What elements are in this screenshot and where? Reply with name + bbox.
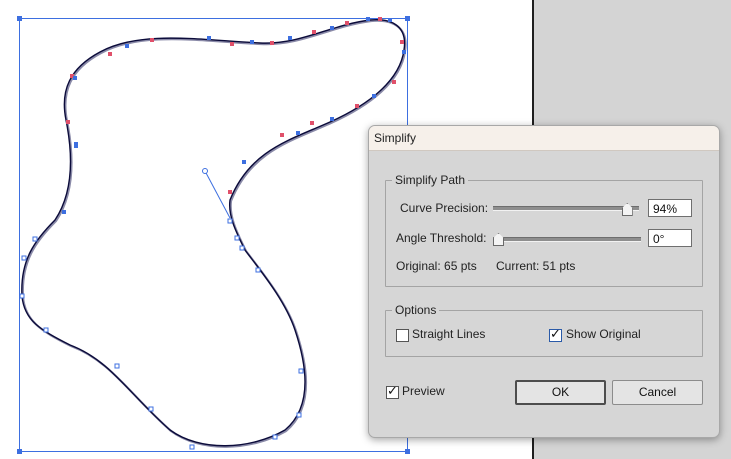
handle-bottom-right <box>405 449 410 454</box>
curve-precision-slider-track[interactable] <box>493 206 639 211</box>
handle-bottom-left <box>17 449 22 454</box>
direction-line <box>204 170 231 219</box>
curve-precision-field[interactable]: 94% <box>648 199 692 217</box>
cancel-button[interactable]: Cancel <box>612 380 703 405</box>
dialog-titlebar[interactable]: Simplify <box>369 126 719 151</box>
simplified-path[interactable] <box>21 18 406 447</box>
direction-handle[interactable] <box>202 168 208 174</box>
curve-precision-label: Curve Precision: <box>400 201 489 215</box>
selection-bounding-box <box>19 18 408 452</box>
handle-top-left <box>17 16 22 21</box>
handle-top-right <box>405 16 410 21</box>
show-original-label[interactable]: Show Original <box>566 327 641 341</box>
original-path <box>21 19 407 448</box>
show-original-checkbox[interactable] <box>549 326 562 342</box>
angle-threshold-label: Angle Threshold: <box>396 231 487 245</box>
original-points-count: Original: 65 pts <box>396 259 477 273</box>
ok-button[interactable]: OK <box>515 380 606 405</box>
simplify-dialog: Simplify Simplify Path Curve Precision: … <box>368 125 720 438</box>
angle-threshold-field[interactable]: 0° <box>648 229 692 247</box>
hollow-anchor-points[interactable] <box>19 218 304 450</box>
current-points-count: Current: 51 pts <box>496 259 576 273</box>
straight-lines-checkbox[interactable] <box>396 329 409 342</box>
angle-threshold-slider-track[interactable] <box>493 237 641 242</box>
simplify-path-legend: Simplify Path <box>392 173 469 187</box>
original-anchor-points <box>66 17 404 194</box>
bounding-box-handles[interactable] <box>17 16 410 454</box>
dialog-title: Simplify <box>374 131 417 145</box>
straight-lines-label[interactable]: Straight Lines <box>412 327 485 341</box>
options-legend: Options <box>392 303 440 317</box>
preview-checkbox[interactable] <box>386 383 399 399</box>
preview-label[interactable]: Preview <box>402 384 445 398</box>
